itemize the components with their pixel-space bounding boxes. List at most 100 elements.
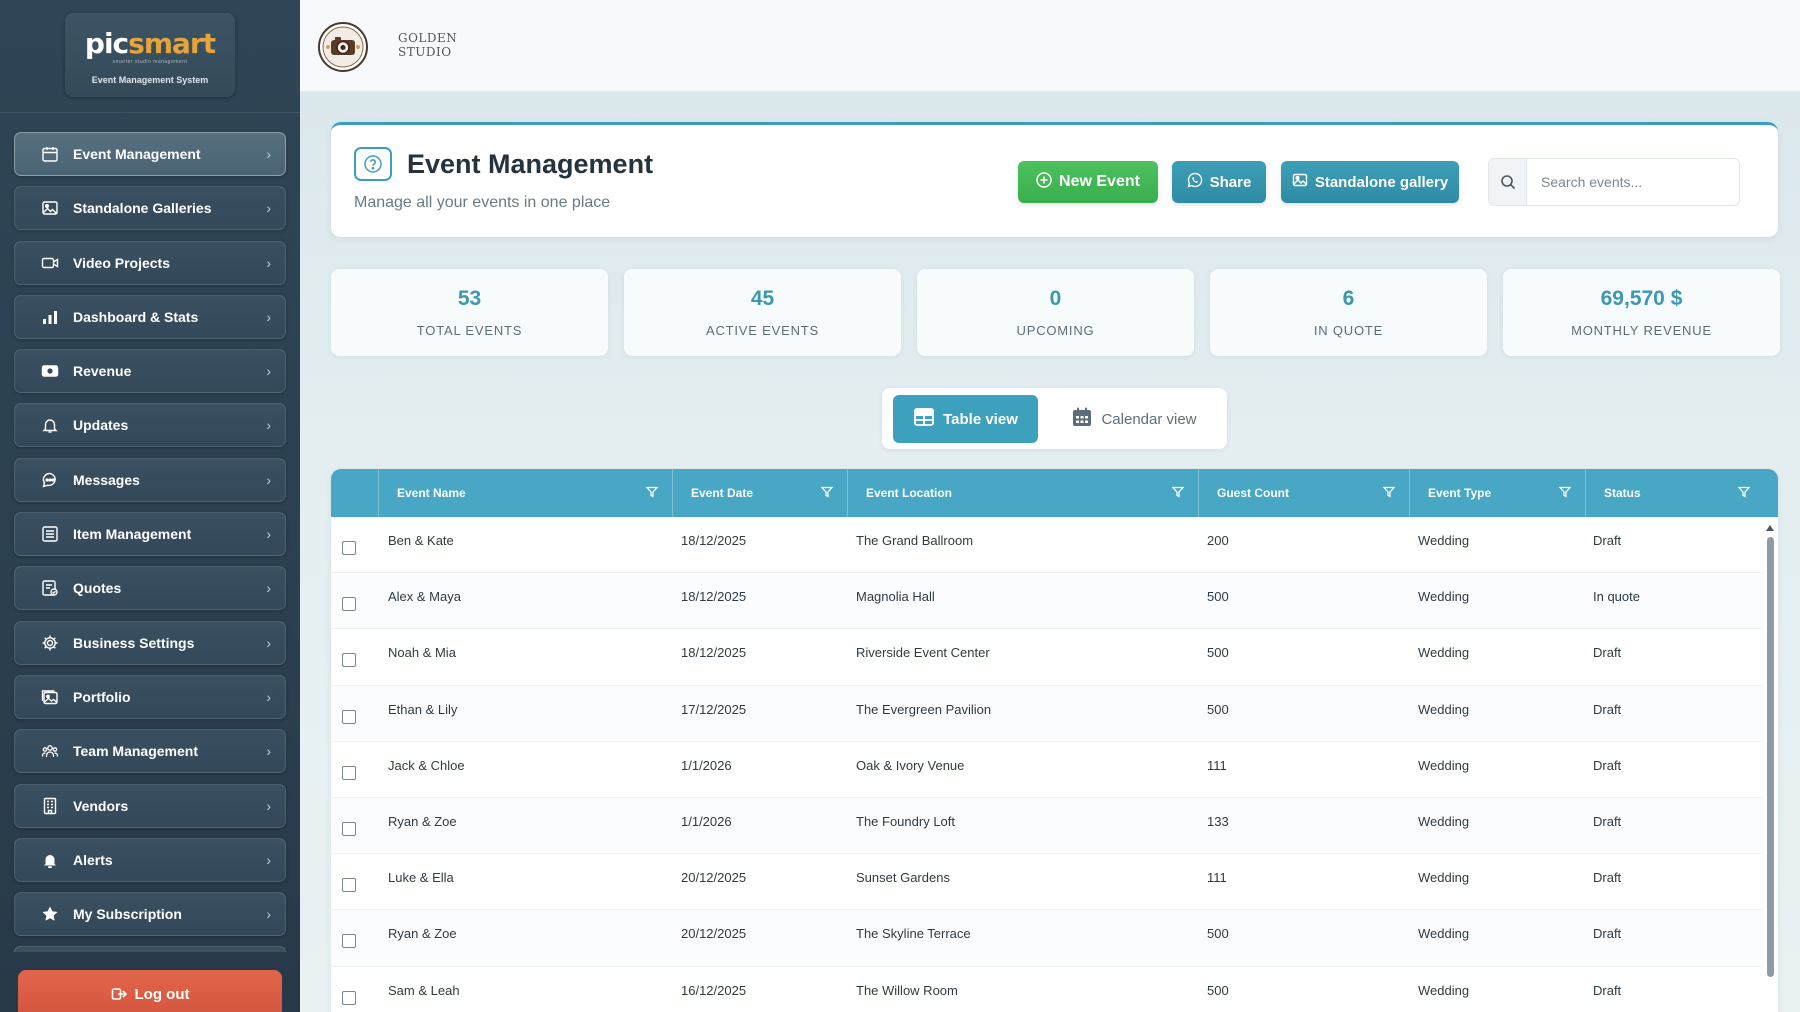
- search-icon[interactable]: [1489, 159, 1527, 205]
- help-icon[interactable]: [354, 147, 392, 181]
- column-header-status[interactable]: Status: [1585, 469, 1764, 517]
- sidebar-item-label: Alerts: [73, 851, 113, 868]
- stat-label: UPCOMING: [1016, 323, 1095, 338]
- share-button[interactable]: Share: [1172, 161, 1266, 203]
- stat-card-total-events: 53 TOTAL EVENTS: [331, 269, 608, 356]
- chevron-right-icon: ›: [266, 634, 271, 651]
- cell-event-name: Ethan & Lily: [388, 701, 458, 717]
- chevron-right-icon: ›: [266, 580, 271, 597]
- sidebar-item-revenue[interactable]: Revenue ›: [14, 349, 286, 394]
- stat-card-active-events: 45 ACTIVE EVENTS: [624, 269, 901, 356]
- sidebar-item-my-subscription[interactable]: My Subscription ›: [14, 892, 286, 937]
- filter-icon[interactable]: [645, 486, 659, 498]
- sidebar-item-business-settings[interactable]: Business Settings ›: [14, 620, 286, 665]
- sidebar-item-label: Event Management: [73, 146, 201, 162]
- chat-icon: [41, 471, 59, 489]
- chevron-right-icon: ›: [266, 254, 271, 271]
- filter-icon[interactable]: [1171, 486, 1185, 498]
- table-row[interactable]: Noah & Mia 18/12/2025 Riverside Event Cent…: [331, 629, 1762, 686]
- table-row[interactable]: Ethan & Lily 17/12/2025 The Evergreen Pavi…: [331, 685, 1762, 742]
- sidebar-item-dashboard-and-stats[interactable]: Dashboard & Stats ›: [14, 294, 286, 339]
- cell-event-type: Wedding: [1418, 870, 1470, 886]
- table-view-button[interactable]: Table view: [893, 395, 1038, 443]
- chevron-right-icon: ›: [266, 797, 271, 814]
- row-checkbox[interactable]: [342, 765, 356, 780]
- sidebar-item-quotes[interactable]: Quotes ›: [14, 566, 286, 611]
- sidebar-item-label: Dashboard & Stats: [73, 308, 199, 325]
- new-event-button[interactable]: New Event: [1018, 161, 1158, 203]
- table-scrollbar[interactable]: [1764, 525, 1776, 1012]
- header-card: Event Management Manage all your events …: [331, 122, 1778, 237]
- sidebar-item-alerts[interactable]: Alerts ›: [14, 837, 286, 882]
- logo-wordmark: picsmart: [65, 29, 235, 59]
- column-header-event-name[interactable]: Event Name: [378, 469, 672, 517]
- sidebar-item-portfolio[interactable]: Portfolio ›: [14, 674, 286, 719]
- table-header: Event Name Event Date Event Location Guest …: [331, 469, 1778, 517]
- cell-guest-count: 500: [1207, 701, 1229, 717]
- table-row[interactable]: Ryan & Zoe 20/12/2025 The Skyline Terrace 5…: [331, 910, 1762, 967]
- studio-logo[interactable]: [315, 22, 371, 72]
- column-header-event-date[interactable]: Event Date: [672, 469, 847, 517]
- standalone-gallery-button[interactable]: Standalone gallery: [1281, 161, 1459, 203]
- cell-event-name: Luke & Ella: [388, 870, 454, 886]
- table-row[interactable]: Alex & Maya 18/12/2025 Magnolia Hall 500 Wed…: [331, 573, 1762, 630]
- events-table: Event Name Event Date Event Location Guest …: [331, 469, 1778, 1012]
- cell-event-name: Ryan & Zoe: [388, 926, 457, 942]
- table-row[interactable]: Jack & Chloe 1/1/2026 Oak & Ivory Venue 111…: [331, 742, 1762, 798]
- scroll-thumb[interactable]: [1767, 537, 1774, 977]
- sidebar-item-label: My Subscription: [73, 906, 182, 923]
- sidebar-item-team-management[interactable]: Team Management ›: [14, 729, 286, 774]
- sidebar-item-vendors[interactable]: Vendors ›: [14, 783, 286, 828]
- gallery-icon: [1292, 172, 1308, 192]
- cell-event-location: Riverside Event Center: [856, 645, 990, 661]
- sidebar-item-event-management[interactable]: Event Management ›: [14, 132, 286, 176]
- row-checkbox[interactable]: [342, 934, 356, 949]
- sidebar-item-messages[interactable]: Messages ›: [14, 457, 286, 502]
- studio-name-line2: STUDIO: [398, 45, 452, 59]
- sidebar-item-updates[interactable]: Updates ›: [14, 403, 286, 448]
- table-row[interactable]: Sam & Leah 16/12/2025 The Willow Room 500 We…: [331, 967, 1762, 1012]
- row-checkbox[interactable]: [342, 541, 356, 555]
- filter-icon[interactable]: [1737, 486, 1751, 498]
- sidebar-item-partial[interactable]: [14, 946, 286, 953]
- row-checkbox[interactable]: [342, 878, 356, 893]
- table-row[interactable]: Luke & Ella 20/12/2025 Sunset Gardens 111 We…: [331, 854, 1762, 911]
- column-header-guest-count[interactable]: Guest Count: [1198, 469, 1409, 517]
- row-checkbox[interactable]: [342, 653, 356, 668]
- chevron-right-icon: ›: [266, 688, 271, 705]
- chevron-right-icon: ›: [266, 146, 271, 162]
- row-checkbox[interactable]: [342, 990, 356, 1005]
- sidebar-item-video-projects[interactable]: Video Projects ›: [14, 240, 286, 285]
- chevron-right-icon: ›: [266, 200, 271, 217]
- row-checkbox[interactable]: [342, 709, 356, 724]
- cell-guest-count: 200: [1207, 533, 1229, 548]
- column-header-event-location[interactable]: Event Location: [847, 469, 1198, 517]
- sidebar-item-label: Portfolio: [73, 688, 131, 705]
- table-row[interactable]: Ben & Kate 18/12/2025 The Grand Ballroom 20…: [331, 517, 1762, 574]
- calendar-icon: [41, 145, 59, 163]
- logout-button[interactable]: Log out: [18, 970, 282, 1012]
- row-checkbox[interactable]: [342, 597, 356, 612]
- calendar-view-button[interactable]: Calendar view: [1054, 395, 1214, 443]
- scroll-up-arrow[interactable]: [1766, 525, 1774, 531]
- standalone-gallery-label: Standalone gallery: [1314, 173, 1449, 191]
- table-row[interactable]: Ryan & Zoe 1/1/2026 The Foundry Loft 133 Wed…: [331, 797, 1762, 855]
- cell-event-type: Wedding: [1418, 533, 1470, 548]
- sidebar-item-standalone-galleries[interactable]: Standalone Galleries ›: [14, 186, 286, 231]
- app-logo[interactable]: picsmart smarter studio management Event…: [65, 13, 235, 97]
- sidebar-item-label: Revenue: [73, 363, 132, 380]
- cell-event-date: 1/1/2026: [681, 813, 732, 829]
- filter-icon[interactable]: [1558, 486, 1572, 498]
- sidebar: picsmart smarter studio management Event…: [0, 0, 300, 1012]
- sidebar-item-label: Standalone Galleries: [73, 200, 212, 217]
- filter-icon[interactable]: [1382, 486, 1396, 498]
- column-header-event-type[interactable]: Event Type: [1409, 469, 1585, 517]
- stat-value: 45: [750, 287, 775, 310]
- row-checkbox[interactable]: [342, 821, 356, 836]
- cell-event-date: 18/12/2025: [681, 533, 747, 548]
- cell-event-type: Wedding: [1418, 645, 1470, 661]
- sidebar-item-item-management[interactable]: Item Management ›: [14, 512, 286, 557]
- filter-icon[interactable]: [820, 486, 834, 498]
- search-input[interactable]: [1527, 174, 1737, 190]
- table-view-label: Table view: [943, 410, 1018, 428]
